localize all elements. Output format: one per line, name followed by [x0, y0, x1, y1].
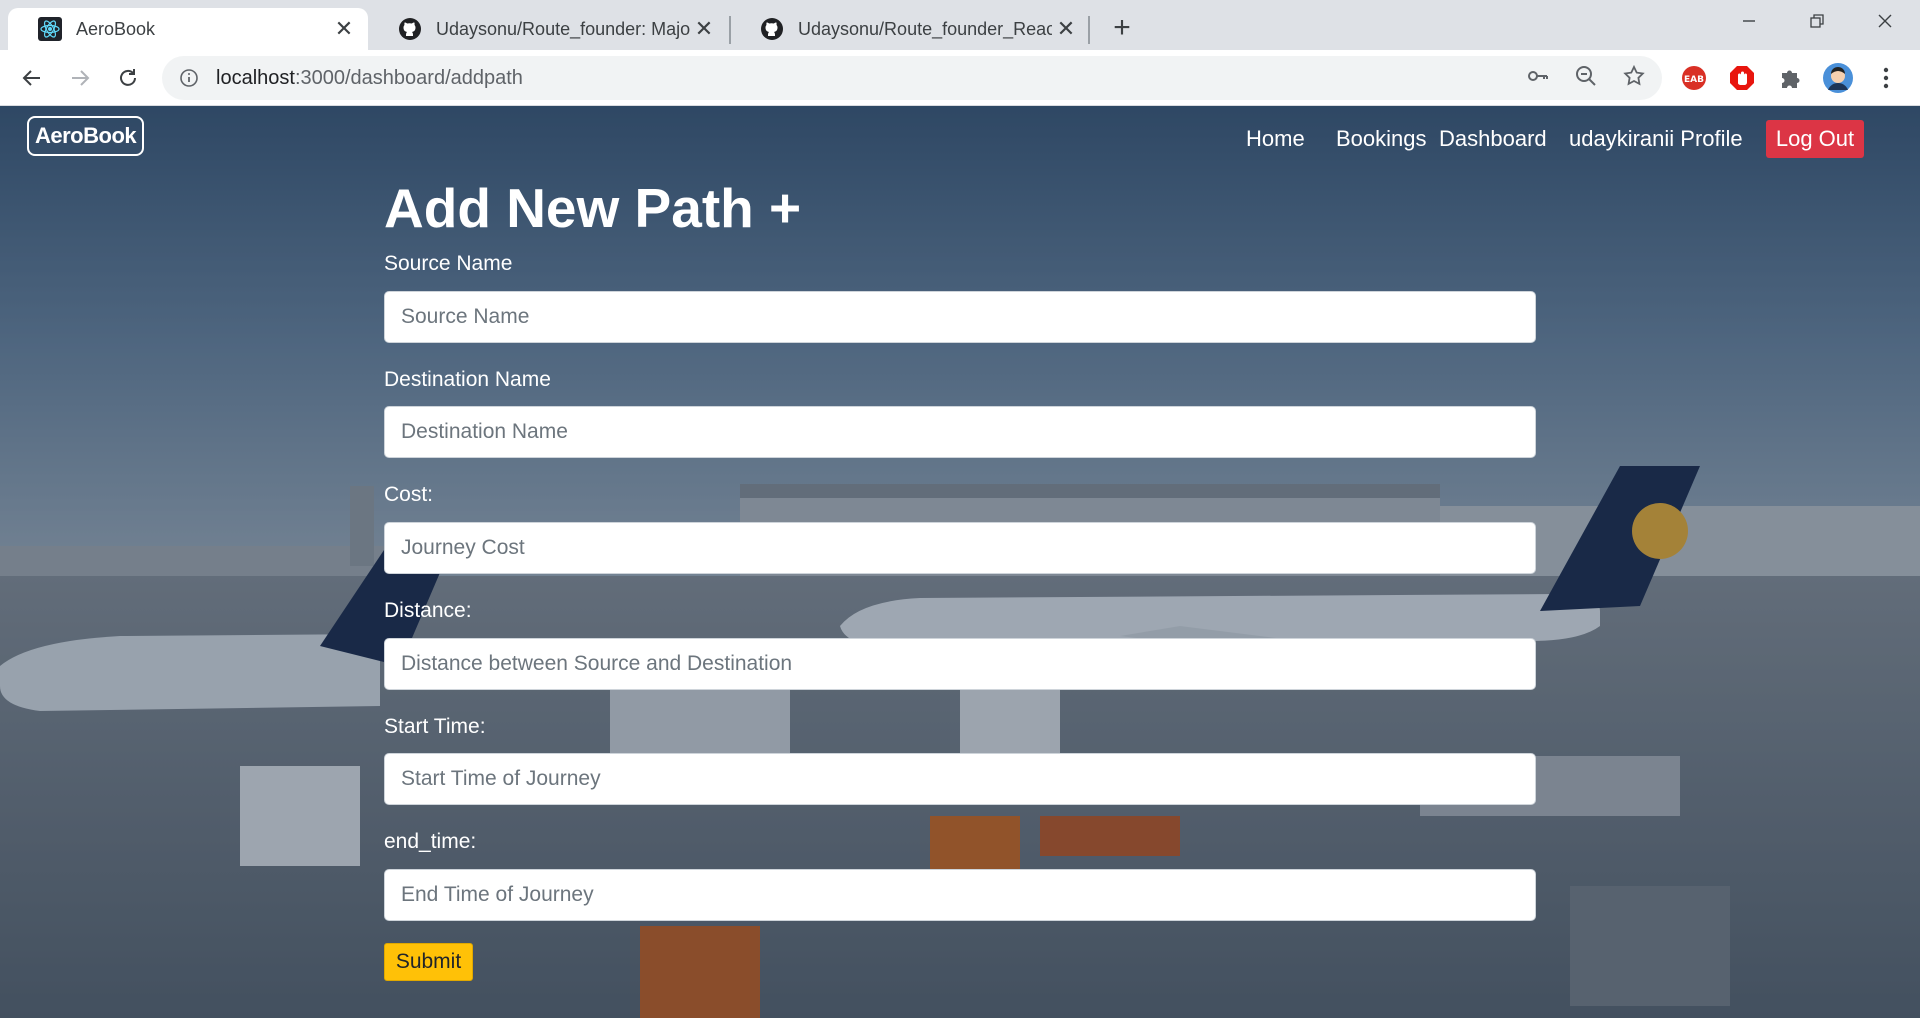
url-path: :3000/dashboard/addpath [294, 66, 523, 89]
submit-button[interactable]: Submit [384, 943, 473, 981]
react-icon [38, 17, 62, 41]
svg-text:EAB: EAB [1684, 75, 1704, 85]
reload-icon[interactable] [108, 58, 148, 98]
extensions-puzzle-icon[interactable] [1770, 58, 1810, 98]
tab-title: AeroBook [76, 18, 156, 39]
browser-toolbar: localhost:3000/dashboard/addpath EAB [0, 50, 1920, 106]
close-icon[interactable]: ✕ [1052, 15, 1080, 43]
tab-title: Udaysonu/Route_founder: Major [436, 18, 690, 39]
browser-tabstrip: AeroBook ✕ Udaysonu/Route_founder: Major… [0, 0, 1920, 50]
address-bar[interactable]: localhost:3000/dashboard/addpath [162, 56, 1662, 100]
end-time-label: end_time: [384, 830, 477, 853]
close-icon[interactable]: ✕ [330, 15, 358, 43]
start-time-label: Start Time: [384, 715, 486, 738]
nav-bookings-link[interactable]: Bookings [1336, 126, 1427, 152]
page-title: Add New Path + [384, 177, 802, 239]
zoom-out-icon[interactable] [1572, 62, 1600, 90]
navbar-brand[interactable]: AeroBook [27, 116, 145, 156]
minimize-icon[interactable] [1718, 0, 1780, 42]
source-name-input[interactable] [384, 291, 1536, 343]
source-name-label: Source Name [384, 252, 513, 275]
browser-tab-github-react[interactable]: Udaysonu/Route_founder_React_ ✕ [730, 8, 1090, 50]
url-text: localhost:3000/dashboard/addpath [216, 67, 523, 90]
github-icon [398, 17, 422, 41]
key-icon[interactable] [1524, 62, 1552, 90]
start-time-input[interactable] [384, 753, 1536, 805]
cost-input[interactable] [384, 522, 1536, 574]
nav-home-link[interactable]: Home [1246, 126, 1305, 152]
destination-name-label: Destination Name [384, 368, 551, 391]
eab-extension-icon[interactable]: EAB [1674, 58, 1714, 98]
page-viewport: AeroBook Home Bookings Dashboard udaykir… [0, 106, 1920, 1018]
tab-title: Udaysonu/Route_founder_React_ [798, 18, 1052, 39]
profile-avatar-icon[interactable] [1818, 58, 1858, 98]
destination-name-input[interactable] [384, 406, 1536, 458]
browser-menu-icon[interactable] [1866, 58, 1906, 98]
tab-separator [1088, 16, 1090, 44]
new-tab-icon[interactable]: + [1104, 10, 1140, 46]
github-icon [760, 17, 784, 41]
bookmark-star-icon[interactable] [1620, 62, 1648, 90]
close-icon[interactable]: ✕ [690, 15, 718, 43]
forward-icon[interactable] [60, 58, 100, 98]
adblock-extension-icon[interactable] [1722, 58, 1762, 98]
browser-tab-github-major[interactable]: Udaysonu/Route_founder: Major ✕ [368, 8, 728, 50]
restore-icon[interactable] [1786, 0, 1848, 42]
cost-label: Cost: [384, 483, 434, 506]
distance-input[interactable] [384, 638, 1536, 690]
logout-button[interactable]: Log Out [1766, 120, 1864, 158]
url-host: localhost [216, 66, 295, 89]
info-icon[interactable] [178, 67, 200, 89]
nav-profile-link[interactable]: udaykiranii Profile [1569, 126, 1743, 152]
browser-tab-aerobook[interactable]: AeroBook ✕ [8, 8, 368, 50]
back-icon[interactable] [12, 58, 52, 98]
distance-label: Distance: [384, 599, 472, 622]
end-time-input[interactable] [384, 869, 1536, 921]
nav-dashboard-link[interactable]: Dashboard [1439, 126, 1547, 152]
window-close-icon[interactable] [1854, 0, 1916, 42]
